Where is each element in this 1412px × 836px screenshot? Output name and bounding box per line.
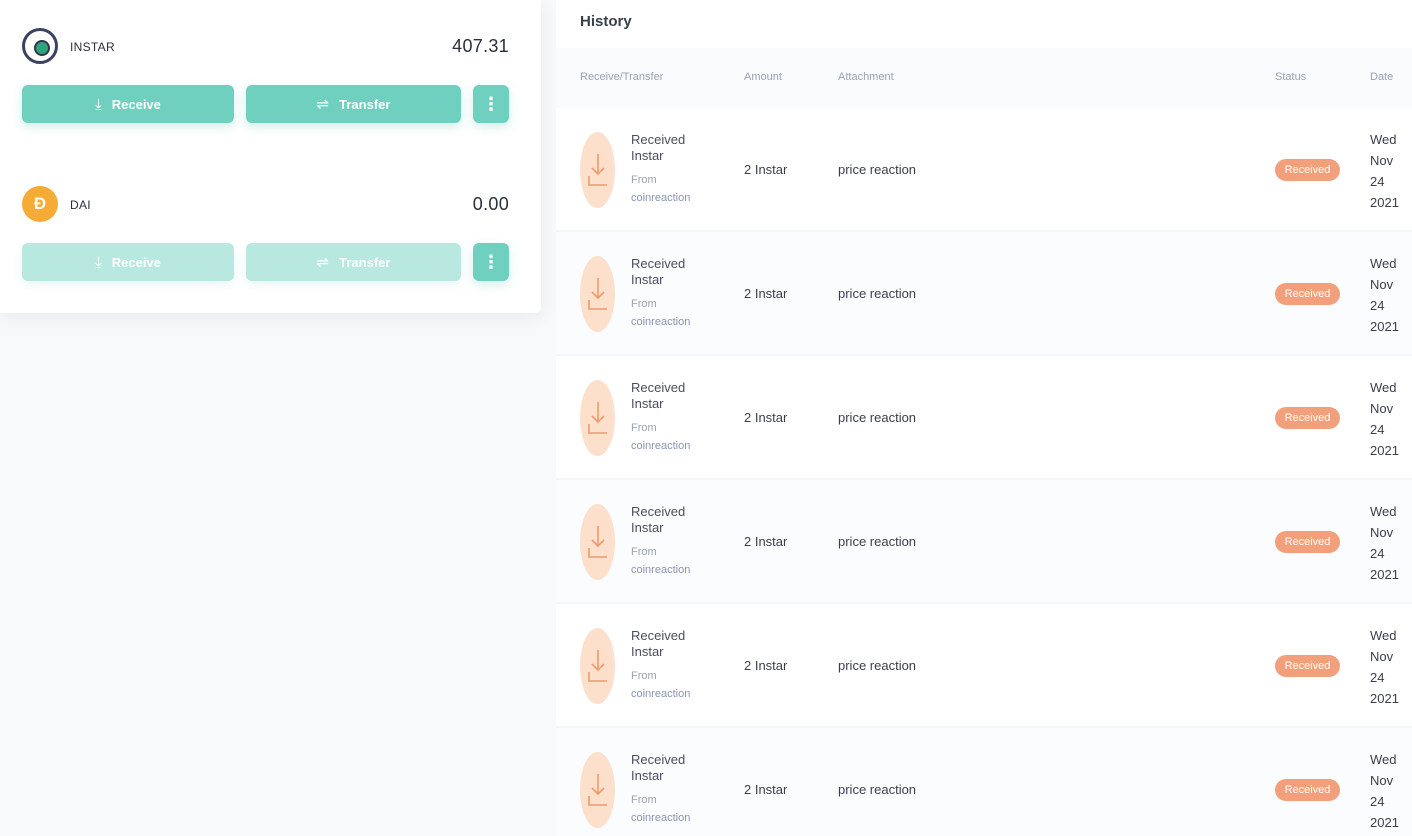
tx-amount: 2 Instar bbox=[744, 162, 788, 177]
status-badge: Received bbox=[1275, 779, 1340, 801]
status-badge: Received bbox=[1275, 283, 1340, 305]
tx-type: Received Instar bbox=[631, 256, 686, 287]
receive-arrow-icon bbox=[580, 256, 615, 332]
history-table-header: Receive/Transfer Amount Attachment Statu… bbox=[556, 48, 1412, 108]
tx-from-label: From bbox=[631, 298, 657, 310]
kebab-menu-icon: ⋮ bbox=[482, 251, 500, 272]
tx-amount: 2 Instar bbox=[744, 286, 788, 301]
receive-arrow-icon bbox=[580, 504, 615, 580]
tx-from-label: From bbox=[631, 546, 657, 558]
receive-button[interactable]: ⤓ Receive bbox=[22, 243, 234, 281]
tx-attachment: price reaction bbox=[838, 782, 917, 797]
asset-balance: 407.31 bbox=[452, 36, 509, 56]
tx-type: Received Instar bbox=[631, 132, 686, 163]
history-panel: History Receive/Transfer Amount Attachme… bbox=[556, 0, 1412, 836]
asset-instar: INSTAR 407.31 ⤓ Receive ⇌ Transfer ⋮ bbox=[22, 28, 509, 123]
transfer-button[interactable]: ⇌ Transfer bbox=[246, 85, 461, 123]
status-badge: Received bbox=[1275, 655, 1340, 677]
wallet-card: INSTAR 407.31 ⤓ Receive ⇌ Transfer ⋮ Đ D… bbox=[0, 0, 541, 313]
tx-date: Wed Nov 24 2021 bbox=[1370, 256, 1399, 334]
dai-logo-icon: Đ bbox=[22, 186, 58, 222]
transfer-button[interactable]: ⇌ Transfer bbox=[246, 243, 461, 281]
tx-from: coinreaction bbox=[631, 192, 691, 204]
column-header-amount: Amount bbox=[744, 71, 782, 83]
tx-from-label: From bbox=[631, 422, 657, 434]
asset-header: Đ DAI 0.00 bbox=[22, 186, 509, 224]
receive-arrow-icon bbox=[580, 380, 615, 456]
tx-attachment: price reaction bbox=[838, 286, 917, 301]
tx-from-label: From bbox=[631, 670, 657, 682]
column-header-attachment: Attachment bbox=[838, 71, 894, 83]
receive-button[interactable]: ⤓ Receive bbox=[22, 85, 234, 123]
column-header-status: Status bbox=[1275, 71, 1307, 83]
transfer-label: Transfer bbox=[339, 254, 391, 270]
tx-from: coinreaction bbox=[631, 316, 691, 328]
tx-type: Received Instar bbox=[631, 380, 686, 411]
receive-arrow-icon bbox=[580, 132, 615, 208]
asset-header: INSTAR 407.31 bbox=[22, 28, 509, 66]
tx-amount: 2 Instar bbox=[744, 658, 788, 673]
history-title: History bbox=[580, 13, 632, 30]
transfer-arrows-icon: ⇌ bbox=[316, 254, 330, 271]
receive-arrow-icon bbox=[580, 752, 615, 828]
tx-from-label: From bbox=[631, 174, 657, 186]
receive-arrow-icon bbox=[580, 628, 615, 704]
more-options-button[interactable]: ⋮ bbox=[473, 243, 509, 281]
tx-attachment: price reaction bbox=[838, 162, 917, 177]
status-badge: Received bbox=[1275, 159, 1340, 181]
tx-amount: 2 Instar bbox=[744, 410, 788, 425]
status-badge: Received bbox=[1275, 407, 1340, 429]
tx-from: coinreaction bbox=[631, 440, 691, 452]
tx-from-label: From bbox=[631, 794, 657, 806]
table-row[interactable]: Received Instar From coinreaction 2 Inst… bbox=[556, 232, 1412, 356]
table-row[interactable]: Received Instar From coinreaction 2 Inst… bbox=[556, 604, 1412, 728]
asset-name: INSTAR bbox=[70, 40, 115, 54]
tx-attachment: price reaction bbox=[838, 534, 917, 549]
tx-date: Wed Nov 24 2021 bbox=[1370, 752, 1399, 830]
table-row[interactable]: Received Instar From coinreaction 2 Inst… bbox=[556, 356, 1412, 480]
download-icon: ⤓ bbox=[95, 95, 102, 113]
tx-date: Wed Nov 24 2021 bbox=[1370, 380, 1399, 458]
column-header-date: Date bbox=[1370, 71, 1394, 83]
wallet-page: INSTAR 407.31 ⤓ Receive ⇌ Transfer ⋮ Đ D… bbox=[0, 0, 1412, 836]
tx-type: Received Instar bbox=[631, 628, 686, 659]
tx-from: coinreaction bbox=[631, 812, 691, 824]
table-row[interactable]: Received Instar From coinreaction 2 Inst… bbox=[556, 728, 1412, 836]
receive-label: Receive bbox=[111, 96, 161, 112]
kebab-menu-icon: ⋮ bbox=[482, 93, 500, 114]
asset-balance: 0.00 bbox=[472, 194, 509, 214]
transfer-label: Transfer bbox=[339, 96, 391, 112]
more-options-button[interactable]: ⋮ bbox=[473, 85, 509, 123]
download-icon: ⤓ bbox=[95, 253, 102, 271]
tx-date: Wed Nov 24 2021 bbox=[1370, 504, 1399, 582]
table-row[interactable]: Received Instar From coinreaction 2 Inst… bbox=[556, 480, 1412, 604]
tx-type: Received Instar bbox=[631, 504, 686, 535]
tx-date: Wed Nov 24 2021 bbox=[1370, 628, 1399, 706]
transfer-arrows-icon: ⇌ bbox=[316, 96, 330, 113]
tx-from: coinreaction bbox=[631, 688, 691, 700]
history-rows: Received Instar From coinreaction 2 Inst… bbox=[556, 108, 1412, 836]
asset-dai: Đ DAI 0.00 ⤓ Receive ⇌ Transfer ⋮ bbox=[22, 186, 509, 281]
table-row[interactable]: Received Instar From coinreaction 2 Inst… bbox=[556, 108, 1412, 232]
tx-amount: 2 Instar bbox=[744, 782, 788, 797]
asset-actions: ⤓ Receive ⇌ Transfer ⋮ bbox=[22, 85, 509, 123]
tx-from: coinreaction bbox=[631, 564, 691, 576]
instar-logo-icon bbox=[22, 28, 58, 64]
receive-label: Receive bbox=[111, 254, 161, 270]
tx-amount: 2 Instar bbox=[744, 534, 788, 549]
tx-attachment: price reaction bbox=[838, 658, 917, 673]
dai-glyph: Đ bbox=[33, 194, 47, 213]
asset-actions: ⤓ Receive ⇌ Transfer ⋮ bbox=[22, 243, 509, 281]
asset-name: DAI bbox=[70, 198, 91, 212]
status-badge: Received bbox=[1275, 531, 1340, 553]
tx-attachment: price reaction bbox=[838, 410, 917, 425]
tx-date: Wed Nov 24 2021 bbox=[1370, 132, 1399, 210]
column-header-type: Receive/Transfer bbox=[580, 71, 664, 83]
tx-type: Received Instar bbox=[631, 752, 686, 783]
